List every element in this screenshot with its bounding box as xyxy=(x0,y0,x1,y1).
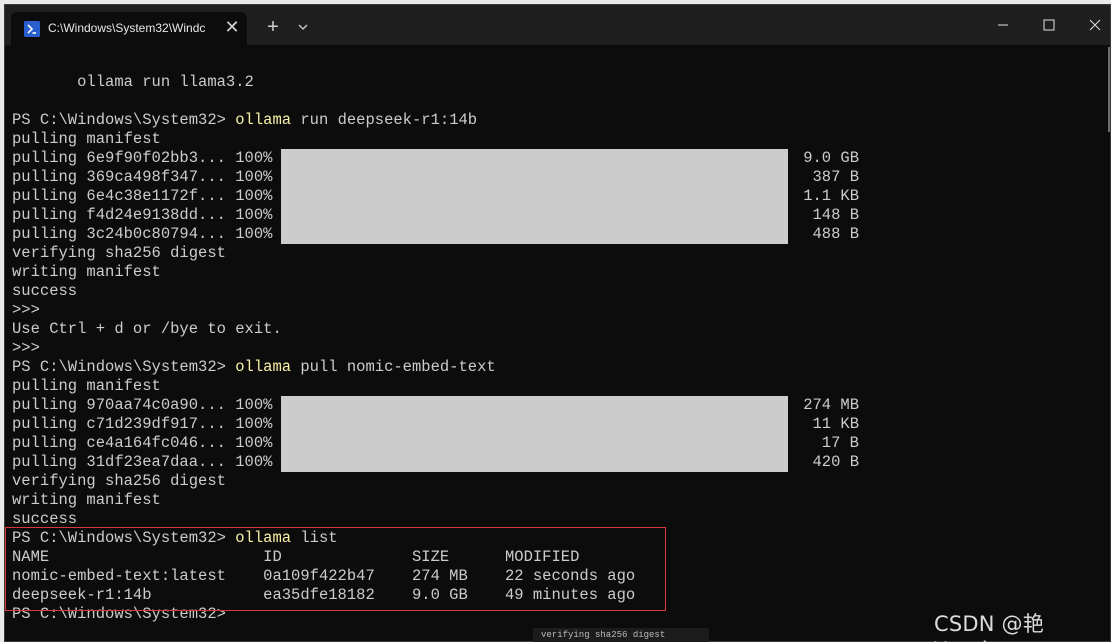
pull-row-label: pulling 6e9f90f02bb3... 100% xyxy=(12,149,273,167)
tab-powershell[interactable]: C:\Windows\System32\Windc ✕ xyxy=(11,12,247,45)
pull-row-label: pulling 369ca498f347... 100% xyxy=(12,168,273,186)
pull-row-label: pulling 6e4c38e1172f... 100% xyxy=(12,187,273,205)
output-line: verifying sha256 digest xyxy=(12,244,226,262)
maximize-button[interactable] xyxy=(1026,5,1072,45)
progress-bar xyxy=(281,453,788,472)
intro-line: ollama run llama3.2 xyxy=(12,73,254,91)
output-line: writing manifest xyxy=(12,491,161,509)
pull-row-label: pulling ce4a164fc046... 100% xyxy=(12,434,273,452)
pull-row-label: pulling 3c24b0c80794... 100% xyxy=(12,225,273,243)
command-args: run deepseek-r1:14b xyxy=(291,111,478,129)
repl-line: >>> xyxy=(12,339,40,357)
progress-bar xyxy=(281,415,788,434)
new-tab-button[interactable]: + xyxy=(263,17,283,37)
tab-close-icon[interactable]: ✕ xyxy=(222,17,242,37)
terminal-output[interactable]: ollama run llama3.2 PS C:\Windows\System… xyxy=(5,45,1110,641)
prompt: PS C:\Windows\System32> xyxy=(12,358,236,376)
progress-bar xyxy=(281,187,788,206)
background-window-snippet: verifying sha256 digest xyxy=(533,628,709,642)
command: ollama xyxy=(235,111,292,129)
prompt: PS C:\Windows\System32> xyxy=(12,111,236,129)
output-line: success xyxy=(12,282,78,300)
progress-bar xyxy=(281,396,788,415)
command: ollama xyxy=(235,358,292,376)
pull-size: 11 KB xyxy=(812,415,859,433)
output-line: verifying sha256 digest xyxy=(12,472,226,490)
prompt-line: PS C:\Windows\System32> ollama pull nomi… xyxy=(12,358,496,377)
minimize-button[interactable] xyxy=(980,5,1026,45)
pull-size: 387 B xyxy=(812,168,859,186)
title-bar[interactable]: C:\Windows\System32\Windc ✕ + xyxy=(5,5,1110,45)
chevron-down-icon[interactable] xyxy=(295,17,311,37)
pull-row-label: pulling 31df23ea7daa... 100% xyxy=(12,453,273,471)
output-line: pulling manifest xyxy=(12,130,161,148)
background-text: verifying sha256 digest xyxy=(541,630,666,640)
pull-size: 148 B xyxy=(812,206,859,224)
pull-size: 1.1 KB xyxy=(803,187,859,205)
progress-bar xyxy=(281,168,788,187)
pull-size: 274 MB xyxy=(803,396,859,414)
output-line: pulling manifest xyxy=(12,377,161,395)
progress-bar xyxy=(281,225,788,244)
prompt-line: PS C:\Windows\System32> ollama run deeps… xyxy=(12,111,477,130)
pull-size: 17 B xyxy=(821,434,859,452)
terminal-window: C:\Windows\System32\Windc ✕ + ollama run… xyxy=(4,4,1111,642)
command-args: pull nomic-embed-text xyxy=(291,358,496,376)
watermark: CSDN @艳Yansky xyxy=(934,612,1044,642)
pull-size: 420 B xyxy=(812,453,859,471)
progress-bar xyxy=(281,434,788,453)
pull-row-label: pulling f4d24e9138dd... 100% xyxy=(12,206,273,224)
output-line: writing manifest xyxy=(12,263,161,281)
tab-title: C:\Windows\System32\Windc xyxy=(48,21,206,35)
pull-size: 488 B xyxy=(812,225,859,243)
highlight-box xyxy=(5,527,666,611)
pull-row-label: pulling c71d239df917... 100% xyxy=(12,415,273,433)
pull-size: 9.0 GB xyxy=(803,149,859,167)
close-button[interactable] xyxy=(1072,5,1110,45)
repl-line: >>> xyxy=(12,301,40,319)
pull-row-label: pulling 970aa74c0a90... 100% xyxy=(12,396,273,414)
progress-bar xyxy=(281,206,788,225)
repl-line: Use Ctrl + d or /bye to exit. xyxy=(12,320,282,338)
progress-bar xyxy=(281,149,788,168)
powershell-icon xyxy=(24,21,40,37)
